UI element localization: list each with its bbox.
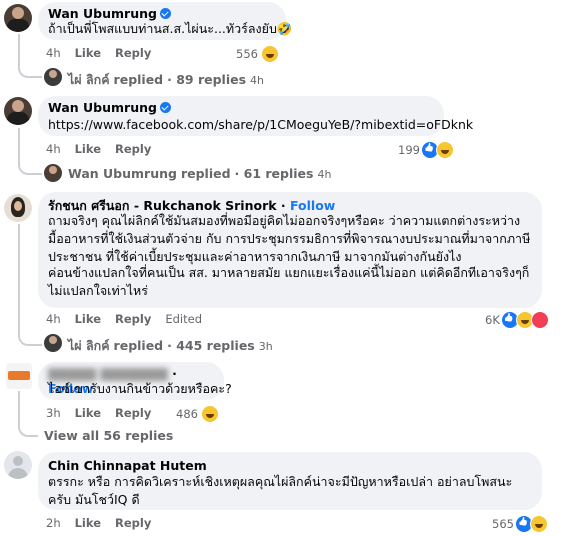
view-replies-link[interactable]: ไผ่ ลิกค์ replied · 445 replies 3h (68, 336, 273, 356)
comment-author[interactable]: Wan Ubumrung (48, 6, 157, 21)
like-button[interactable]: Like (75, 312, 101, 326)
comment-text: ค่อนข้างแปลกใจที่คนเป็น สส. มาหลายสมัย แ… (48, 265, 530, 298)
love-reaction-icon (530, 311, 549, 329)
comment-bubble: ▇▇▇▇▇ ▇▇▇▇▇▇▇ · Follow ไอซ์เขารับงานกินข… (38, 362, 232, 400)
comment-actions: 4h Like Reply (46, 46, 165, 60)
reply-button[interactable]: Reply (115, 312, 151, 326)
thread-suffix: replied (113, 338, 164, 353)
reply-button[interactable]: Reply (115, 46, 151, 60)
comment-bubble: Wan Ubumrung ถ้าเป็นพี่โพสแบบท่านส.ส.ไผ่… (38, 2, 292, 40)
avatar[interactable] (4, 194, 32, 222)
avatar[interactable] (6, 363, 32, 389)
thread-connector (18, 224, 42, 346)
avatar[interactable] (4, 4, 32, 32)
reaction-count: 486 (176, 407, 198, 421)
reaction-summary[interactable]: 6K (485, 311, 549, 329)
comment-time[interactable]: 3h (46, 406, 61, 420)
reaction-summary[interactable]: 565 (492, 515, 548, 533)
thread-count: · 61 replies (234, 166, 314, 181)
thread-suffix: replied (113, 72, 164, 87)
comment-bubble: Wan Ubumrung https://www.facebook.com/sh… (38, 96, 473, 136)
comment-bubble: Chin Chinnapat Hutem ตรรกะ หรือ การคิดวิ… (38, 452, 542, 510)
comment-actions: 2h Like Reply (46, 516, 165, 530)
follow-button[interactable]: Follow (290, 198, 335, 213)
thread-count: · 445 replies (167, 338, 255, 353)
thread-replier: ไผ่ ลิกค์ (68, 72, 110, 87)
comment-text: ตรรกะ หรือ การคิดวิเคราะห์เชิงเหตุผลคุณไ… (48, 474, 513, 507)
reply-button[interactable]: Reply (115, 142, 151, 156)
edited-label: Edited (165, 312, 203, 326)
reply-button[interactable]: Reply (115, 406, 151, 420)
comment-time[interactable]: 4h (46, 46, 61, 60)
thread-replier: Wan Ubumrung (68, 166, 177, 181)
avatar[interactable] (4, 451, 32, 479)
like-button[interactable]: Like (75, 406, 101, 420)
reply-button[interactable]: Reply (115, 516, 151, 530)
like-button[interactable]: Like (75, 516, 101, 530)
thread-time: 4h (250, 74, 265, 87)
comment-text: ถามจริงๆ คุณไผ่ลิกค์ใช้มันสมองที่พอมีอยู… (48, 213, 531, 264)
comment-actions: 4h Like Reply (46, 142, 165, 156)
comment-time[interactable]: 2h (46, 516, 61, 530)
thread-connector (18, 391, 38, 437)
like-button[interactable]: Like (75, 46, 101, 60)
comment-actions: 3h Like Reply (46, 406, 165, 420)
comment-time[interactable]: 4h (46, 312, 61, 326)
haha-reaction-icon (435, 141, 454, 159)
thread-suffix: replied (180, 166, 231, 181)
comment-bubble: รักชนก ศรีนอก - Rukchanok Srinork · Foll… (38, 192, 542, 308)
avatar[interactable] (44, 164, 62, 182)
thread-connector (18, 34, 42, 78)
avatar[interactable] (44, 68, 62, 86)
thread-connector (18, 128, 42, 175)
reaction-summary[interactable]: 199 (398, 141, 454, 159)
haha-reaction-icon (260, 45, 279, 63)
reaction-count: 565 (492, 517, 514, 531)
comment-actions: 4h Like Reply Edited (46, 312, 216, 326)
comment-author[interactable]: Chin Chinnapat Hutem (48, 458, 207, 473)
comment-text: ถ้าเป็นพี่โพสแบบท่านส.ส.ไผ่นะ...ทัวร์ลงย… (48, 21, 293, 36)
haha-reaction-icon (200, 405, 219, 423)
view-replies-link[interactable]: ไผ่ ลิกค์ replied · 89 replies 4h (68, 70, 264, 90)
reaction-summary[interactable]: 556 (236, 45, 279, 63)
shared-link[interactable]: https://www.facebook.com/share/p/1CMoegu… (48, 116, 473, 134)
avatar[interactable] (4, 97, 32, 125)
reaction-count: 199 (398, 143, 420, 157)
verified-badge-icon (159, 8, 171, 19)
verified-badge-icon (159, 102, 171, 113)
haha-reaction-icon (529, 515, 548, 533)
thread-time: 3h (258, 340, 273, 353)
like-button[interactable]: Like (75, 142, 101, 156)
comment-author[interactable]: ▇▇▇▇▇ ▇▇▇▇▇▇▇ (48, 366, 168, 381)
comment-text: ไอซ์เขารับงานกินข้าวด้วยหรือคะ? (48, 381, 232, 396)
comment-author[interactable]: รักชนก ศรีนอก - Rukchanok Srinork (48, 198, 277, 213)
reaction-count: 556 (236, 47, 258, 61)
view-all-replies-link[interactable]: View all 56 replies (44, 428, 173, 443)
avatar[interactable] (44, 334, 62, 352)
comment-author[interactable]: Wan Ubumrung (48, 100, 157, 115)
comment-time[interactable]: 4h (46, 142, 61, 156)
thread-replier: ไผ่ ลิกค์ (68, 338, 110, 353)
thread-count: · 89 replies (167, 72, 247, 87)
thread-time: 4h (317, 168, 332, 181)
reaction-summary[interactable]: 486 (176, 405, 219, 423)
view-replies-link[interactable]: Wan Ubumrung replied · 61 replies 4h (68, 166, 331, 181)
reaction-count: 6K (485, 313, 500, 327)
